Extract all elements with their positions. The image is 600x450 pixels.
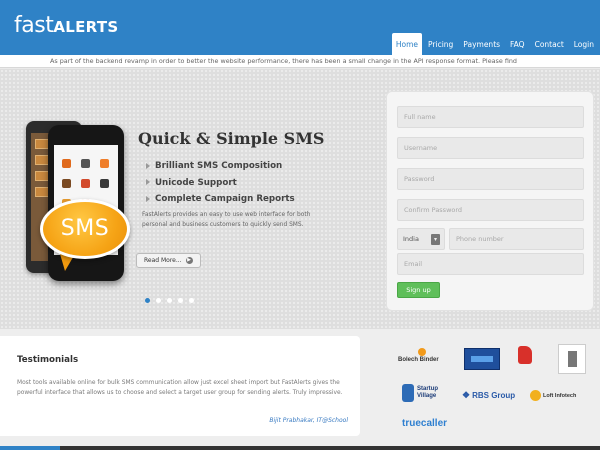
sms-bubble-label: SMS — [60, 216, 110, 241]
hero-title: Quick & Simple SMS — [138, 129, 325, 148]
slider-dot[interactable] — [178, 298, 183, 303]
chevron-down-icon: ▾ — [431, 234, 440, 245]
client-logos: Bolech Binder Startup Village ❖ RBS Group… — [392, 342, 592, 438]
slider-dot[interactable] — [145, 298, 150, 303]
feature-item: Complete Campaign Reports — [146, 191, 295, 208]
signup-button[interactable]: Sign up — [397, 282, 440, 298]
client-name: RBS Group — [472, 391, 516, 400]
footer-strip — [0, 446, 600, 450]
feature-label: Brilliant SMS Composition — [155, 161, 283, 171]
announcement-ticker: As part of the backend revamp in order t… — [0, 55, 600, 68]
phone-number-field[interactable] — [449, 228, 584, 250]
client-logo-bolech-binder: Bolech Binder — [398, 348, 439, 363]
feature-list: Brilliant SMS Composition Unicode Suppor… — [146, 158, 295, 208]
app-tile — [100, 159, 109, 168]
emblem-icon — [568, 351, 577, 367]
client-logo-loft-infotech: Loft Infotech — [530, 390, 576, 401]
logo-fast: fast — [14, 13, 54, 38]
hero-description: FastAlerts provides an easy to use web i… — [142, 212, 311, 228]
slider-dots — [145, 298, 200, 303]
read-more-button[interactable]: Read More... ▶ — [136, 253, 201, 268]
footer-accent — [0, 446, 60, 450]
testimonials-panel: Testimonials Most tools available online… — [0, 336, 360, 436]
loft-icon — [530, 390, 541, 401]
app-tile — [62, 179, 71, 188]
username-field[interactable] — [397, 137, 584, 159]
testimonials-title: Testimonials — [17, 355, 79, 365]
email-field[interactable] — [397, 253, 584, 275]
rbs-mark-icon: ❖ — [462, 390, 471, 400]
signup-form: India ▾ Sign up — [386, 91, 594, 311]
fastalerts-logo[interactable]: fastALERTS — [14, 12, 118, 41]
app-tile — [100, 179, 109, 188]
ticker-text[interactable]: As part of the backend revamp in order t… — [50, 56, 517, 67]
slider-dot[interactable] — [189, 298, 194, 303]
arrow-right-icon: ▶ — [185, 257, 193, 264]
red-emblem-icon — [518, 346, 532, 364]
client-logo-emblem — [558, 344, 586, 374]
screen-bar — [471, 356, 493, 362]
client-name: Loft Infotech — [543, 392, 577, 399]
country-select[interactable]: India ▾ — [397, 228, 445, 250]
client-logo-red — [518, 346, 532, 370]
logo-alerts: ALERTS — [53, 18, 119, 36]
feature-label: Unicode Support — [155, 177, 237, 188]
full-name-field[interactable] — [397, 106, 584, 128]
client-logo-truecaller: truecaller — [402, 418, 448, 429]
feature-item: Unicode Support — [146, 175, 295, 192]
bullet-arrow-icon — [146, 162, 150, 169]
client-name: Startup Village — [417, 386, 438, 399]
top-header: fastALERTS Home Pricing Payments FAQ Con… — [0, 0, 600, 58]
client-logo-screen — [464, 348, 500, 370]
feature-label: Complete Campaign Reports — [155, 194, 295, 204]
feature-item: Brilliant SMS Composition — [146, 158, 295, 175]
app-tile — [81, 179, 90, 188]
app-tile — [62, 159, 71, 168]
read-more-label: Read More... — [144, 257, 182, 264]
confirm-password-field[interactable] — [397, 199, 584, 221]
app-tile — [81, 159, 90, 168]
client-logo-startup-village: Startup Village — [402, 384, 451, 402]
slider-dot[interactable] — [156, 298, 161, 303]
password-field[interactable] — [397, 168, 584, 190]
client-name: Bolech Binder — [398, 357, 439, 363]
client-logo-rbs-group: ❖ RBS Group — [462, 390, 515, 401]
sun-icon — [418, 348, 426, 356]
testimonial-text: Most tools available online for bulk SMS… — [17, 380, 343, 397]
village-icon — [402, 384, 414, 402]
testimonial-author: Bijit Prabhakar, IT@School — [269, 417, 348, 424]
slider-dot[interactable] — [167, 298, 172, 303]
bullet-arrow-icon — [146, 179, 150, 185]
bullet-arrow-icon — [146, 195, 150, 202]
country-select-value: India — [403, 235, 419, 243]
